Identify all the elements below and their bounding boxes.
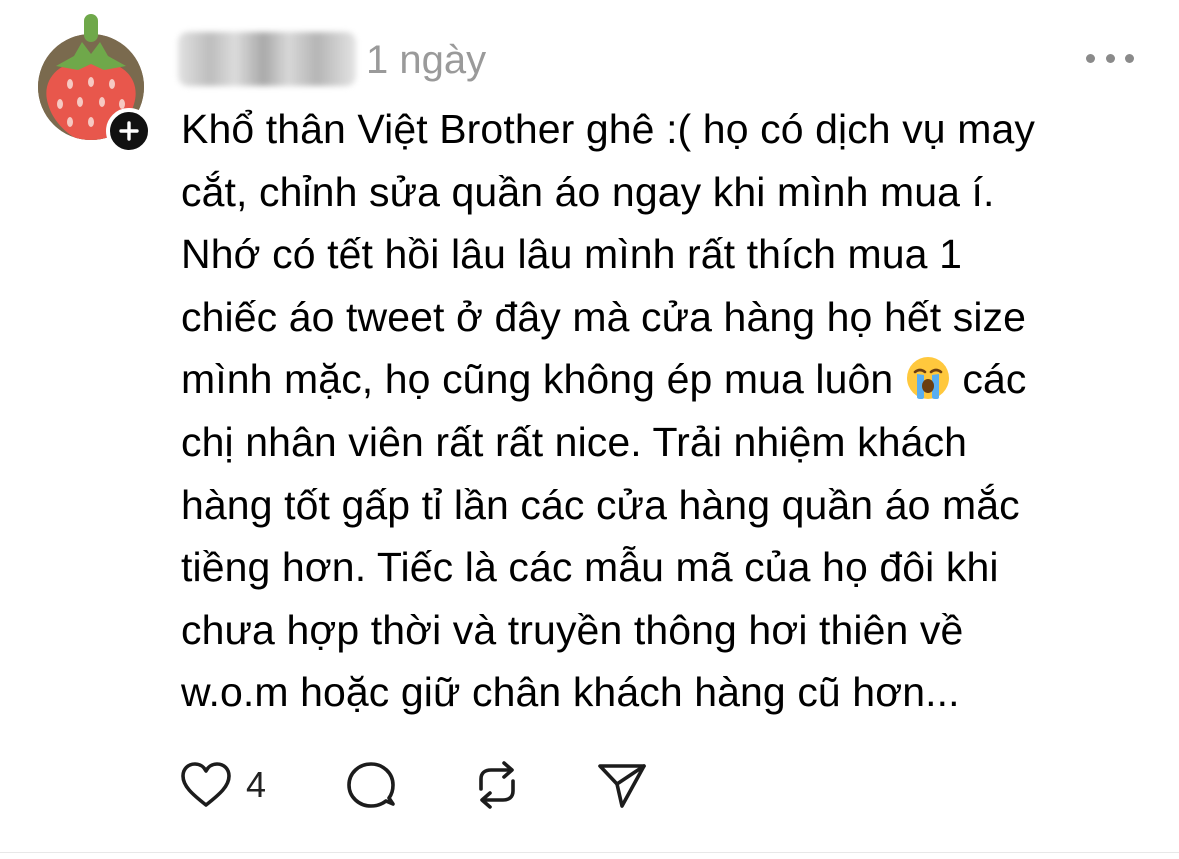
post-text-line: cắt, chỉnh sửa quần áo ngay khi mình mua… — [181, 168, 995, 215]
username-redacted[interactable] — [178, 32, 356, 86]
more-options-button[interactable] — [1086, 46, 1134, 70]
post-divider — [0, 852, 1179, 853]
post-text-line: chị nhân viên rất rất nice. Trải nhiệm k… — [181, 418, 968, 465]
heart-icon — [181, 762, 231, 807]
post-text-line: tiềng hơn. Tiếc là các mẫu mã của họ đôi… — [181, 544, 999, 591]
repost-button[interactable] — [471, 760, 523, 810]
post-text-line: hàng tốt gấp tỉ lần các cửa hàng quần áo… — [181, 481, 1020, 528]
more-options-icon — [1125, 53, 1134, 63]
post-body: Khổ thân Việt Brother ghê :( họ có dịch … — [181, 98, 1166, 724]
send-icon — [598, 764, 646, 808]
post-text-line: mình mặc, họ cũng không ép mua luôn các — [181, 348, 1166, 411]
post-text-line: Nhớ có tết hồi lâu lâu mình rất thích mu… — [181, 231, 962, 278]
more-options-icon — [1086, 53, 1095, 63]
post-text-line: Khổ thân Việt Brother ghê :( họ có dịch … — [181, 106, 1035, 152]
author-avatar-container[interactable] — [38, 14, 156, 154]
plus-icon — [119, 121, 139, 141]
like-button[interactable]: 4 — [180, 760, 266, 810]
follow-button[interactable] — [106, 108, 152, 154]
post-text-line: w.o.m hoặc giữ chân khách hàng cũ hơn... — [181, 669, 960, 716]
more-options-icon — [1105, 53, 1115, 63]
like-count: 4 — [246, 764, 267, 805]
post-text-segment: mình mặc, họ cũng không ép mua luôn — [181, 356, 894, 403]
strawberry-stem — [84, 14, 98, 42]
comment-icon — [347, 762, 395, 808]
thread-post: 1 ngày Khổ thân Việt Brother ghê :( họ c… — [0, 0, 1179, 859]
post-text-line: chiếc áo tweet ở đây mà cửa hàng họ hết … — [181, 293, 1027, 340]
post-timestamp: 1 ngày — [366, 38, 487, 82]
share-button[interactable] — [596, 760, 648, 810]
reply-button[interactable] — [346, 760, 396, 810]
post-text-segment: các — [962, 356, 1027, 403]
loudly-crying-face-icon — [906, 357, 949, 400]
post-text-line: chưa hợp thời và truyền thông hơi thiên … — [181, 606, 964, 653]
repost-icon — [479, 761, 515, 809]
